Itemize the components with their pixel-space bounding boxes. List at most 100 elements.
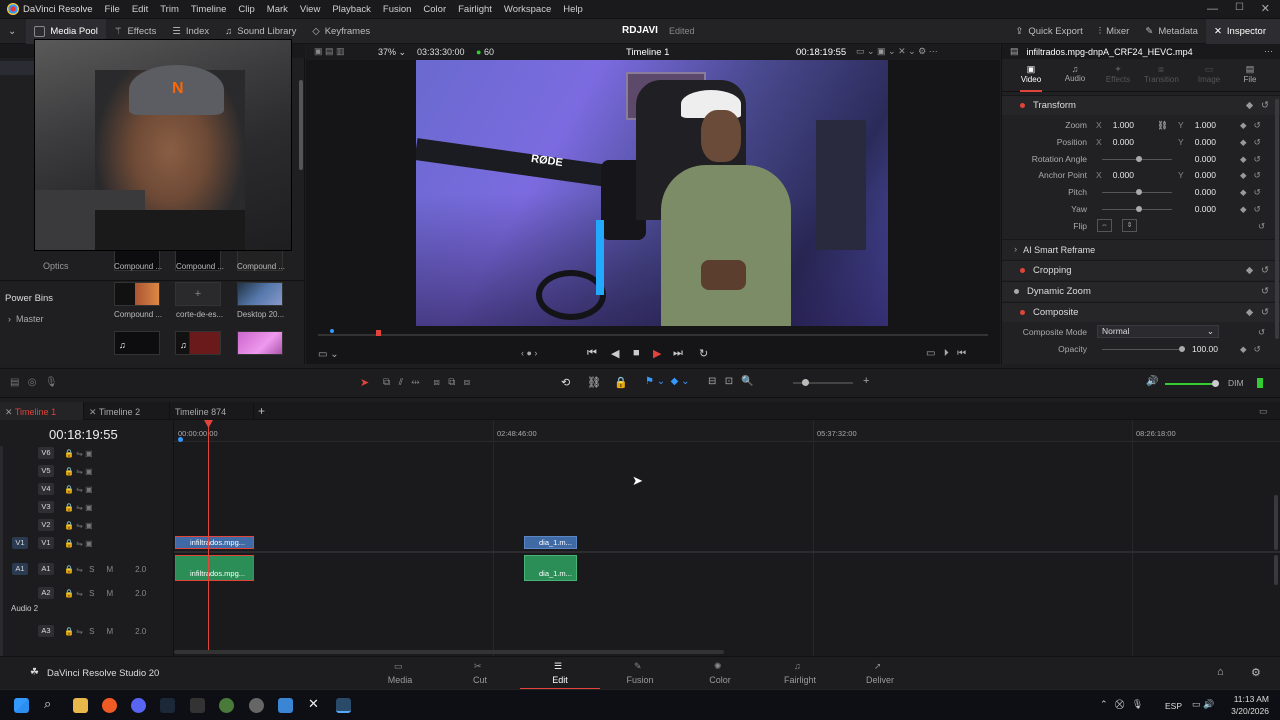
file-explorer-icon[interactable] <box>73 698 88 713</box>
track-controls-icons[interactable]: 🔒 ⇋ <box>64 589 85 598</box>
scrollbar[interactable] <box>1275 99 1279 339</box>
pitch-field[interactable]: 0.000 <box>1184 187 1216 197</box>
flip-horizontal-button[interactable]: ⇔ <box>1097 219 1112 232</box>
capcut-icon[interactable]: ✕ <box>308 696 319 712</box>
tab-timeline-874[interactable]: Timeline 874 <box>170 402 254 420</box>
timeline-area[interactable]: 00:00:00:00 02:48:46:00 05:37:32:00 08:2… <box>174 420 1280 656</box>
menu-playback[interactable]: Playback <box>326 4 377 15</box>
reset-icon[interactable]: ◆ ↺ <box>1240 170 1261 181</box>
tab-timeline-2[interactable]: ✕ Timeline 2 <box>84 402 170 420</box>
tab-video[interactable]: ▣ Video <box>1020 64 1042 92</box>
viewer-zoom[interactable]: 37% ⌄ <box>378 47 406 58</box>
more-icon[interactable]: ⋯ <box>1264 46 1273 57</box>
reset-icon[interactable]: ◆ ↺ <box>1240 344 1261 355</box>
stop-button[interactable]: ■ <box>633 347 640 359</box>
mute-button[interactable]: M <box>106 627 113 636</box>
search-icon[interactable]: ⌕ <box>44 696 51 712</box>
scrubber-playhead[interactable] <box>376 330 381 336</box>
add-timeline-icon[interactable]: + <box>258 404 265 418</box>
flag-icon[interactable]: ⚑ ⌄ ◆ ⌄ <box>645 376 690 387</box>
photos-icon[interactable] <box>278 698 293 713</box>
link-icon[interactable]: ⛓ <box>587 376 601 389</box>
zoom-plus-icon[interactable]: + <box>863 375 869 387</box>
page-edit[interactable]: ☰ Edit <box>520 657 600 690</box>
cropping-section[interactable]: Cropping ◆ ↺ <box>1002 260 1280 280</box>
page-color[interactable]: ✺ Color <box>680 657 760 690</box>
mute-button[interactable]: M <box>106 589 113 598</box>
menu-trim[interactable]: Trim <box>154 4 185 15</box>
menu-workspace[interactable]: Workspace <box>498 4 557 15</box>
menu-timeline[interactable]: Timeline <box>185 4 233 15</box>
inspector-button[interactable]: ✕ Inspector <box>1205 19 1280 44</box>
page-fairlight[interactable]: ♫ Fairlight <box>760 657 840 690</box>
menu-view[interactable]: View <box>294 4 326 15</box>
reset-icon[interactable]: ◆ ↺ <box>1240 154 1261 165</box>
timeline-ruler[interactable] <box>174 420 1280 442</box>
video-clip[interactable]: infiltrados.mpg... <box>175 536 254 549</box>
menu-color[interactable]: Color <box>417 4 452 15</box>
snap-icon[interactable]: ⟲ <box>561 376 570 389</box>
track-destination[interactable]: V1 <box>12 537 28 549</box>
viewer-layout-icon[interactable]: ▣ ▤ ▥ <box>314 46 345 57</box>
menu-file[interactable]: File <box>99 4 126 15</box>
mute-button[interactable]: M <box>106 565 113 574</box>
home-icon[interactable]: ⌂ <box>1217 666 1224 678</box>
trim-tools-icons[interactable]: ⧉ ⫽ ⇹ ⧈ ⧉ ⧈ <box>383 377 470 388</box>
language-indicator[interactable]: ESP <box>1165 701 1182 711</box>
reset-icon[interactable]: ◆ ↺ <box>1240 204 1261 215</box>
horizontal-scrollbar[interactable] <box>174 650 724 654</box>
reset-icon[interactable]: ↺ <box>1258 221 1265 232</box>
tab-audio[interactable]: ♫ Audio <box>1063 64 1087 83</box>
enable-dot-icon[interactable] <box>1020 310 1025 315</box>
minimize-icon[interactable]: — <box>1207 3 1218 15</box>
tab-timeline-1[interactable]: ✕ Timeline 1 <box>0 402 84 420</box>
play-reverse-button[interactable]: ◀ <box>611 347 619 360</box>
lock-icon[interactable]: 🔒 <box>614 376 628 389</box>
tab-file[interactable]: ▤ File <box>1240 64 1260 84</box>
keyframes-button[interactable]: ◇ Keyframes <box>304 19 378 44</box>
selection-tool-icon[interactable]: ➤ <box>360 376 369 389</box>
dynamic-zoom-section[interactable]: Dynamic Zoom ↺ <box>1002 281 1280 301</box>
audio-clip[interactable]: infiltrados.mpg... <box>175 555 254 581</box>
quick-export-button[interactable]: ⇪ Quick Export <box>1007 19 1090 44</box>
ai-reframe-section[interactable]: › AI Smart Reframe <box>1002 239 1280 259</box>
menu-fusion[interactable]: Fusion <box>377 4 418 15</box>
composite-mode-select[interactable]: Normal ⌄ <box>1097 325 1219 338</box>
enable-dot-icon[interactable] <box>1020 268 1025 273</box>
reset-icon[interactable]: ↺ <box>1258 327 1265 338</box>
solo-button[interactable]: S <box>89 565 94 574</box>
page-deliver[interactable]: ➚ Deliver <box>840 657 920 690</box>
page-cut[interactable]: ✂ Cut <box>440 657 520 690</box>
reset-icon[interactable]: ◆ ↺ <box>1246 265 1269 276</box>
track-controls-icons[interactable]: 🔒 ⇋ ▣ <box>64 485 93 494</box>
track-controls-icons[interactable]: 🔒 ⇋ <box>64 565 85 574</box>
page-media[interactable]: ▭ Media <box>360 657 440 690</box>
close-icon[interactable]: ✕ <box>89 407 99 417</box>
slider-knob[interactable] <box>802 379 809 386</box>
transform-section-header[interactable]: Transform ◆ ↺ <box>1002 95 1280 115</box>
slider-knob[interactable] <box>1136 189 1142 195</box>
tab-image[interactable]: ▭ Image <box>1195 64 1223 84</box>
davinci-resolve-icon[interactable] <box>336 698 351 713</box>
tab-effects[interactable]: ✦ Effects <box>1104 64 1132 84</box>
opacity-slider[interactable] <box>1102 349 1182 350</box>
menu-edit[interactable]: Edit <box>126 4 154 15</box>
link-icon[interactable]: ⛓ <box>1157 120 1168 131</box>
maximize-icon[interactable]: ☐ <box>1235 2 1244 13</box>
reset-icon[interactable]: ↺ <box>1261 286 1269 297</box>
menu-clip[interactable]: Clip <box>232 4 260 15</box>
panel-toggle-button[interactable]: ⌄ <box>0 19 26 44</box>
close-icon[interactable]: ✕ <box>1261 2 1270 15</box>
scrollbar[interactable] <box>299 80 303 170</box>
track-controls-icons[interactable]: 🔒 ⇋ ▣ <box>64 521 93 530</box>
timeline-view-icons[interactable]: ▤ ◎ 🎙 <box>10 377 58 388</box>
close-icon[interactable]: ✕ <box>5 407 15 417</box>
opacity-field[interactable]: 100.00 <box>1188 344 1218 354</box>
gear-icon[interactable]: ⚙ <box>1251 666 1261 679</box>
tray-icons[interactable]: ⌃ ⛒ 🎙 <box>1100 699 1143 710</box>
brave-browser-icon[interactable] <box>102 698 117 713</box>
page-fusion[interactable]: ✎ Fusion <box>600 657 680 690</box>
zoom-tools-icons[interactable]: ⊟ ⊡ 🔍 <box>708 376 754 387</box>
power-bin-master[interactable]: › Master <box>8 314 44 324</box>
mixer-button[interactable]: ⫶ Mixer <box>1091 19 1138 44</box>
